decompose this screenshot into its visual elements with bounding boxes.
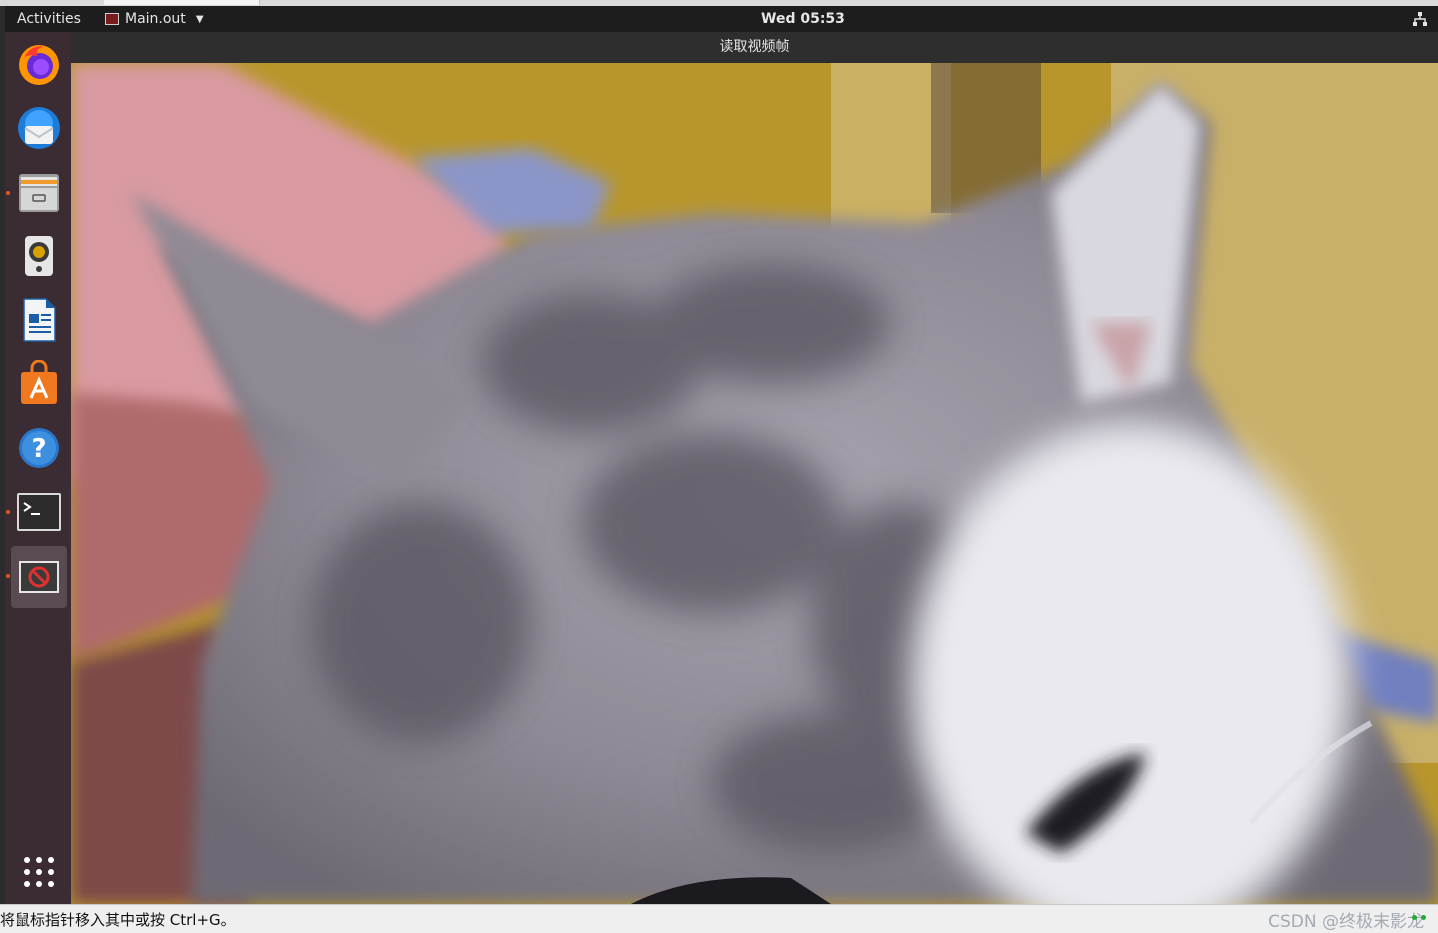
vm-host-tab[interactable] [104,0,260,5]
dock-item-rhythmbox[interactable] [11,228,67,284]
dock-item-terminal[interactable] [11,484,67,540]
clock[interactable]: Wed 05:53 [761,11,845,27]
running-indicator [6,574,10,578]
files-icon [19,174,59,212]
video-frame-image [71,63,1438,904]
dock-item-files[interactable] [11,164,67,220]
no-entry-app-icon [19,561,59,593]
show-applications-button[interactable] [11,844,67,900]
status-hint: 将鼠标指针移入其中或按 Ctrl+G。 [0,911,236,929]
status-bar: 将鼠标指针移入其中或按 Ctrl+G。 CSDN @终极末影龙 [0,904,1438,933]
terminal-icon [17,493,61,531]
dock-item-help[interactable]: ? [11,420,67,476]
writer-document-icon [23,298,56,342]
tray-dot [1412,915,1417,920]
dock-item-firefox[interactable] [11,36,67,92]
thunderbird-icon [18,107,60,149]
dock-item-thunderbird[interactable] [11,100,67,156]
gnome-top-bar: Activities Main.out ▼ Wed 05:53 [5,6,1438,32]
app-menu-icon [105,13,119,25]
dock-item-writer[interactable] [11,292,67,348]
running-indicator [6,510,10,514]
tray-indicators [1412,915,1426,920]
grid-dots-icon [24,857,54,887]
dock-item-ubuntu-software[interactable] [11,356,67,412]
svg-text:?: ? [31,434,46,464]
shopping-bag-icon [21,360,57,404]
watermark: CSDN @终极末影龙 [1268,912,1424,932]
app-menu-label: Main.out [125,11,186,27]
help-icon: ? [19,428,59,468]
firefox-icon [19,45,59,85]
running-indicator [6,191,10,195]
video-frame [71,63,1438,904]
vm-screen: Activities Main.out ▼ Wed 05:53 ? 读取视频帧 … [0,0,1438,933]
window-title: 读取视频帧 [719,39,790,55]
dock-item-main-out[interactable] [11,546,67,608]
speaker-icon [25,236,53,276]
tray-dot [1421,915,1426,920]
network-icon[interactable] [1412,11,1428,27]
chevron-down-icon: ▼ [195,13,204,25]
app-menu[interactable]: Main.out ▼ [105,11,204,27]
activities-button[interactable]: Activities [17,11,81,27]
window-titlebar[interactable]: 读取视频帧 [71,32,1438,63]
dock: ? [5,32,71,904]
